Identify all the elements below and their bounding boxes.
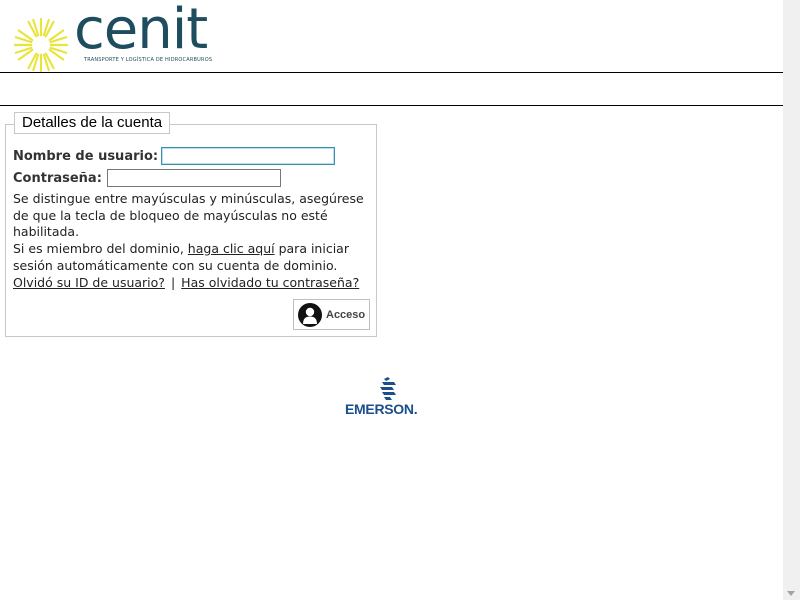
cenit-logo: cenit TRANSPORTE Y LOGÍSTICA DE HIDROCAR… <box>12 2 217 73</box>
scroll-down-arrow-icon[interactable] <box>787 591 795 596</box>
emerson-wordmark: EMERSON. <box>345 401 418 417</box>
password-input[interactable] <box>107 169 281 187</box>
account-details-fieldset: Detalles de la cuenta Nombre de usuario:… <box>5 112 377 337</box>
login-button-label: Acceso <box>326 308 366 321</box>
case-sensitivity-note: Se distingue entre mayúsculas y minúscul… <box>13 191 364 239</box>
login-page: cenit TRANSPORTE Y LOGÍSTICA DE HIDROCAR… <box>0 0 783 600</box>
fieldset-legend: Detalles de la cuenta <box>14 112 171 134</box>
user-icon <box>298 302 322 327</box>
logo-wordmark: cenit <box>74 0 208 62</box>
domain-login-link[interactable]: haga clic aquí <box>188 241 275 256</box>
emerson-dot: . <box>413 401 418 417</box>
forgot-links: Olvidó su ID de usuario? | Has olvidado tu… <box>13 275 373 292</box>
forgot-password-link[interactable]: Has olvidado tu contraseña? <box>181 275 359 290</box>
username-label: Nombre de usuario: <box>13 149 159 164</box>
domain-text-prefix: Si es miembro del dominio, <box>13 241 188 256</box>
logo-tagline: TRANSPORTE Y LOGÍSTICA DE HIDROCARBUROS <box>84 57 213 63</box>
emerson-mark-icon <box>380 377 396 400</box>
domain-login-text: Si es miembro del dominio, haga clic aqu… <box>13 241 373 274</box>
header-divider-top <box>0 72 783 73</box>
sun-logo-icon <box>13 17 69 73</box>
password-label: Contraseña: <box>13 171 102 186</box>
emerson-name: EMERSON <box>345 401 414 417</box>
emerson-logo: EMERSON. <box>344 377 439 419</box>
header-divider-bottom <box>0 105 783 106</box>
vertical-scrollbar[interactable] <box>783 0 800 600</box>
forgot-user-id-link[interactable]: Olvidó su ID de usuario? <box>13 275 165 290</box>
link-separator: | <box>170 275 176 290</box>
login-button[interactable]: Acceso <box>293 299 370 330</box>
username-input[interactable] <box>161 147 335 165</box>
